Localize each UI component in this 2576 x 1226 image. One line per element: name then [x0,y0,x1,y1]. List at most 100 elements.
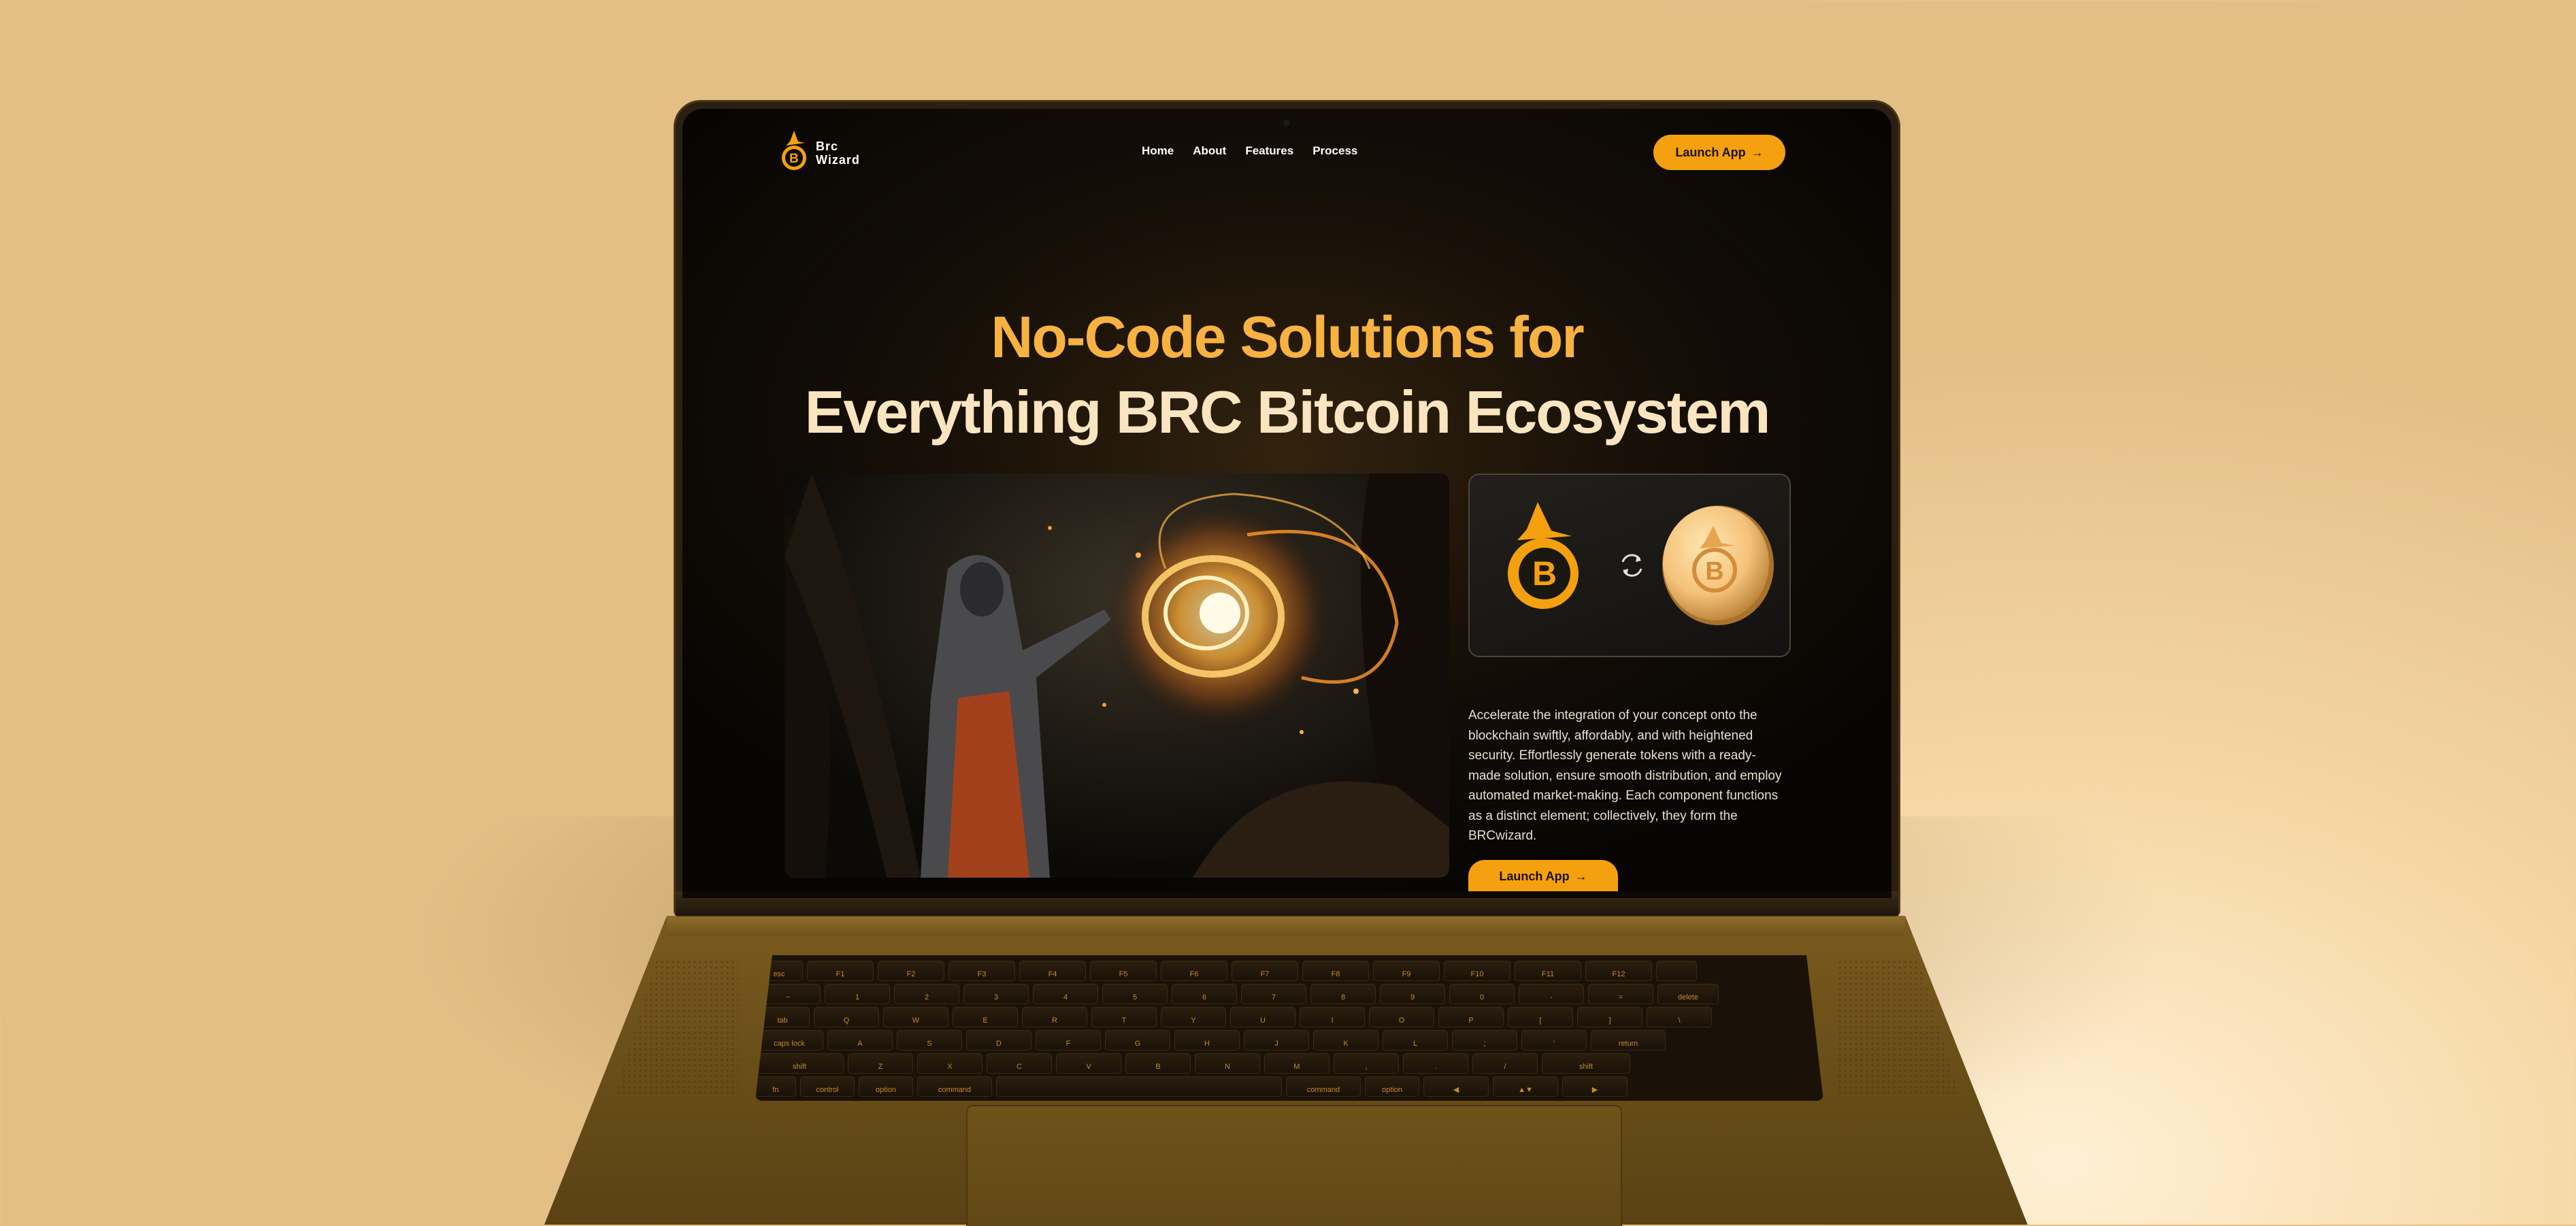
keyboard-key: F5 [1090,961,1157,981]
screen-bottom-edge [682,891,1892,898]
nav-link-about[interactable]: About [1193,144,1226,158]
keyboard-key: F [1036,1030,1101,1050]
keyboard-key: D [966,1030,1031,1050]
svg-text:B: B [1532,554,1557,593]
keyboard-key: ▲▼ [1493,1076,1558,1097]
keyboard-key: ' [1521,1030,1587,1050]
keyboard-key: I [1300,1007,1365,1027]
keyboard-key [996,1076,1282,1097]
keyboard-key: 6 [1172,984,1237,1004]
keyboard-key: return [1591,1030,1666,1050]
keyboard-key: F3 [948,961,1015,981]
keyboard-key: 2 [894,984,959,1004]
keyboard-row-shift: shift Z X C V B N M,. / shift [755,1053,1823,1074]
launch-app-label: Launch App [1675,145,1746,159]
arrow-right-icon: → [1751,145,1764,159]
keyboard-key: Y [1161,1007,1226,1027]
hero-headline-line1: No-Code Solutions for [991,305,1584,371]
keyboard-key: - [1519,984,1584,1004]
keyboard-key: ◀ [1423,1076,1489,1097]
keyboard-key: / [1472,1053,1538,1074]
keyboard-key: 1 [825,984,890,1004]
keyboard-key: Q [814,1007,879,1027]
keyboard-key: 3 [963,984,1029,1004]
brand-name-line1: Brc [816,139,839,153]
brand-logo[interactable]: B Brc Wizard [778,129,860,177]
keyboard-key: delete [1657,984,1719,1004]
brand-name: Brc Wizard [816,139,860,167]
keyboard-key: R [1022,1007,1087,1027]
keyboard-key: shift [1542,1053,1630,1074]
keyboard-key: A [827,1030,893,1050]
token-swap-card: B B [1468,474,1791,657]
keyboard-key: B [1125,1053,1191,1074]
keyboard-key: F11 [1515,961,1581,981]
keyboard-key: , [1334,1053,1399,1074]
keyboard-key: T [1091,1007,1157,1027]
keyboard-key: M [1264,1053,1330,1074]
brand-name-line2: Wizard [816,153,860,167]
wizard-casting-spell-illustration [785,474,1449,878]
keyboard-key: W [883,1007,948,1027]
launch-app-button-hero[interactable]: Launch App → [1468,860,1618,893]
keyboard-key: U [1230,1007,1295,1027]
nav-link-features[interactable]: Features [1245,144,1293,158]
wizard-bitcoin-logo-icon: B [782,131,806,170]
keyboard: esc F1 F2 F3 F4 F5 F6 F7 F8 F9 F10 F11 F12 ~1 2 3 4 5 6 7 8… [755,955,1823,1101]
keyboard-key: Z [848,1053,913,1074]
keyboard-key: H [1174,1030,1240,1050]
keyboard-key: option [1365,1076,1419,1097]
keyboard-key: ; [1452,1030,1517,1050]
wizard-hero-image [785,474,1449,878]
keyboard-key: F4 [1019,961,1086,981]
launch-app-label: Launch App [1499,869,1570,883]
keyboard-key: ▶ [1562,1076,1628,1097]
keyboard-key: command [1286,1076,1361,1097]
keyboard-key: F1 [807,961,874,981]
keyboard-key: F2 [878,961,944,981]
token-swap-illustration: B B [1508,502,1774,625]
keyboard-row-bottom: fn control option command command option ◀ ▲▼ ▶ [755,1076,1823,1097]
swap-arrows-icon [1621,554,1642,577]
keyboard-row-home: caps lock A S D F G H J K L; ' return [755,1030,1823,1050]
launch-app-button-header[interactable]: Launch App → [1653,135,1785,170]
keyboard-key: 9 [1380,984,1445,1004]
keyboard-key: 4 [1033,984,1098,1004]
hero-headline: No-Code Solutions for Everything BRC Bit… [682,300,1892,450]
nav-link-home[interactable]: Home [1142,144,1174,158]
hero-headline-line2: Everything BRC Bitcoin Ecosystem [804,378,1771,446]
keyboard-key: 0 [1449,984,1515,1004]
keyboard-key: control [800,1076,855,1097]
svg-text:B: B [789,152,799,166]
keyboard-key: O [1369,1007,1434,1027]
keyboard-row-numbers: ~1 2 3 4 5 6 7 8 9 0- = delete [755,984,1823,1004]
keyboard-key: . [1403,1053,1468,1074]
keyboard-key: F6 [1161,961,1227,981]
keyboard-key: F8 [1302,961,1369,981]
keyboard-key: P [1438,1007,1504,1027]
laptop-deck-edge [667,916,1905,936]
svg-text:B: B [1705,557,1723,586]
keyboard-key: L [1383,1030,1448,1050]
keyboard-key: J [1244,1030,1309,1050]
keyboard-key: = [1588,984,1653,1004]
nav-link-process[interactable]: Process [1312,144,1357,158]
keyboard-key: caps lock [755,1030,823,1050]
keyboard-key: 5 [1102,984,1168,1004]
trackpad [966,1105,1622,1226]
keyboard-key: [ [1508,1007,1573,1027]
keyboard-key: N [1195,1053,1260,1074]
keyboard-key: C [987,1053,1052,1074]
keyboard-key [1656,961,1697,981]
keyboard-key: K [1313,1030,1378,1050]
keyboard-key: ] [1577,1007,1642,1027]
keyboard-key: X [917,1053,982,1074]
keyboard-key: G [1105,1030,1170,1050]
keyboard-key: S [897,1030,962,1050]
keyboard-key: shift [755,1053,844,1074]
keyboard-key: option [859,1076,913,1097]
keyboard-key: command [917,1076,992,1097]
keyboard-key: 7 [1241,984,1306,1004]
keyboard-key: F12 [1585,961,1652,981]
main-nav: Home About Features Process [1142,144,1357,158]
